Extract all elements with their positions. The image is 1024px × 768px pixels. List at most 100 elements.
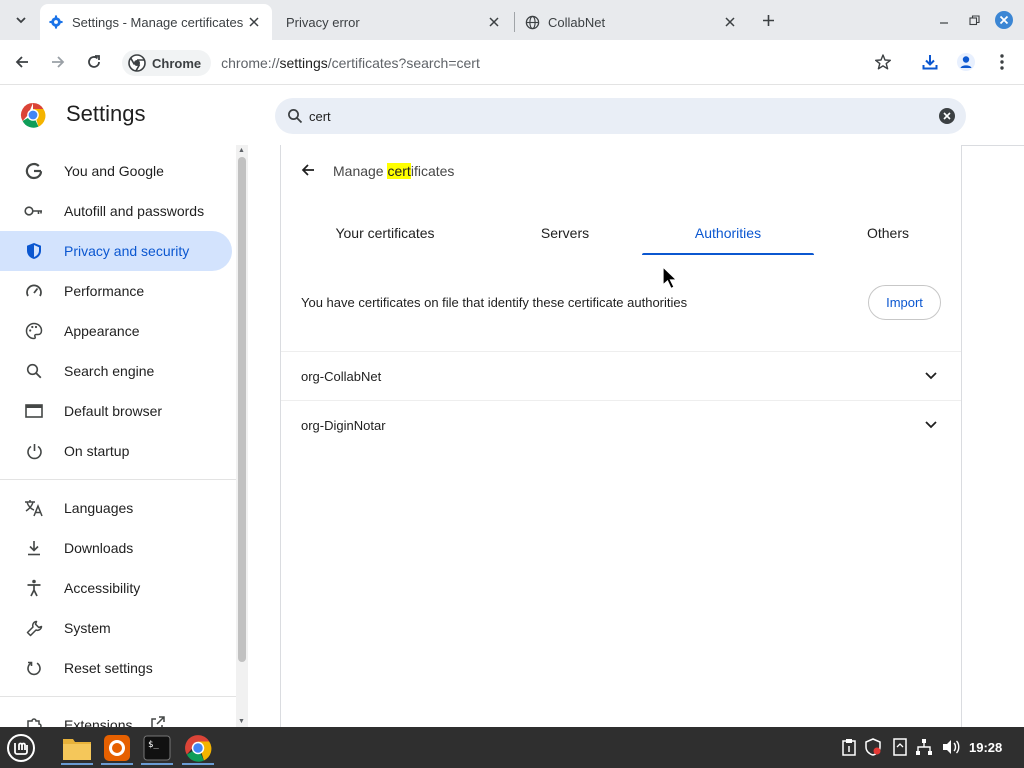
- sidebar-item-reset-settings[interactable]: Reset settings: [0, 648, 232, 688]
- sidebar-item-default-browser[interactable]: Default browser: [0, 391, 232, 431]
- close-window-button[interactable]: [992, 8, 1016, 32]
- sidebar-item-accessibility[interactable]: Accessibility: [0, 568, 232, 608]
- active-indicator: [182, 763, 214, 765]
- authority-row[interactable]: org-CollabNet: [281, 351, 961, 400]
- tab-title: Privacy error: [286, 14, 360, 30]
- tab-search-button[interactable]: [8, 7, 34, 33]
- tab-others[interactable]: Others: [821, 210, 955, 255]
- wrench-icon: [24, 618, 44, 638]
- shield-tray-icon[interactable]: [863, 737, 883, 757]
- tab-privacy-error[interactable]: Privacy error: [278, 4, 512, 40]
- sidebar-item-extensions[interactable]: Extensions: [0, 705, 232, 727]
- scrollbar-thumb[interactable]: [238, 157, 246, 662]
- clear-search-icon[interactable]: [938, 107, 956, 125]
- tab-collabnet[interactable]: CollabNet: [516, 4, 748, 40]
- sidebar-item-label: Search engine: [64, 363, 155, 379]
- kebab-menu-icon: [1000, 54, 1004, 70]
- document-tray-icon[interactable]: [890, 737, 910, 757]
- sidebar-item-performance[interactable]: Performance: [0, 271, 232, 311]
- menu-button[interactable]: [988, 48, 1016, 76]
- manage-certificates-card: Manage certificates Your certificates Se…: [280, 145, 962, 727]
- sidebar-item-search-engine[interactable]: Search engine: [0, 351, 232, 391]
- profile-avatar-icon: [957, 53, 975, 71]
- settings-search-box[interactable]: [275, 98, 966, 134]
- minimize-button[interactable]: [932, 8, 956, 32]
- sidebar-scrollbar[interactable]: ▲ ▼: [236, 145, 248, 727]
- speedometer-icon: [24, 281, 44, 301]
- active-indicator: [141, 763, 173, 765]
- site-info-chip[interactable]: Chrome: [122, 50, 212, 76]
- tab-settings[interactable]: Settings - Manage certificates: [40, 4, 272, 40]
- back-button[interactable]: [8, 48, 36, 76]
- taskbar-chrome[interactable]: [180, 730, 216, 765]
- section-title: Manage certificates: [333, 163, 455, 179]
- plus-icon: [762, 14, 774, 26]
- chevron-down-icon[interactable]: [921, 366, 941, 386]
- translate-icon: [24, 498, 44, 518]
- network-tray-icon[interactable]: [914, 737, 934, 757]
- back-arrow-button[interactable]: [297, 159, 319, 181]
- tab-authorities[interactable]: Authorities: [642, 210, 814, 255]
- sidebar-item-autofill[interactable]: Autofill and passwords: [0, 191, 232, 231]
- reload-icon: [88, 55, 100, 68]
- tab-strip: Settings - Manage certificates Privacy e…: [0, 0, 1024, 40]
- sidebar-item-label: Accessibility: [64, 580, 141, 596]
- arrow-left-icon: [15, 56, 28, 68]
- sidebar-item-privacy-and-security[interactable]: Privacy and security: [0, 231, 232, 271]
- taskbar-files[interactable]: [59, 730, 95, 765]
- tab-servers[interactable]: Servers: [481, 210, 649, 255]
- sidebar-item-label: Performance: [64, 283, 145, 299]
- volume-tray-icon[interactable]: [941, 737, 961, 757]
- scroll-down-arrow-icon[interactable]: ▼: [238, 718, 245, 725]
- sidebar-item-system[interactable]: System: [0, 608, 232, 648]
- profile-button[interactable]: [952, 48, 980, 76]
- sidebar-item-you-and-google[interactable]: You and Google: [0, 151, 232, 191]
- external-link-icon: [150, 715, 166, 727]
- authorities-description: You have certificates on file that ident…: [301, 295, 688, 310]
- taskbar-terminal[interactable]: $_: [139, 730, 175, 765]
- new-tab-button[interactable]: [756, 8, 780, 32]
- search-input[interactable]: [309, 108, 938, 124]
- page-title: Settings: [66, 101, 146, 126]
- download-icon: [24, 538, 44, 558]
- chip-label: Chrome: [152, 55, 202, 71]
- download-icon: [922, 55, 938, 70]
- certificate-tabs: Your certificates Servers Authorities Ot…: [281, 210, 961, 255]
- authority-row[interactable]: org-DiginNotar: [281, 400, 961, 449]
- downloads-button[interactable]: [916, 48, 944, 76]
- sidebar-item-on-startup[interactable]: On startup: [0, 431, 232, 471]
- import-button[interactable]: Import: [868, 285, 941, 320]
- sidebar-item-appearance[interactable]: Appearance: [0, 311, 232, 351]
- sidebar-item-languages[interactable]: Languages: [0, 488, 232, 528]
- close-tab-icon[interactable]: [484, 12, 504, 32]
- divider: [962, 145, 1024, 146]
- taskbar-firefox[interactable]: [99, 730, 135, 765]
- accessibility-icon: [24, 578, 44, 598]
- taskbar: $_ 19:28: [0, 727, 1024, 768]
- close-tab-icon[interactable]: [244, 12, 264, 32]
- reload-button[interactable]: [80, 48, 108, 76]
- authority-name: org-DiginNotar: [301, 417, 386, 433]
- address-bar[interactable]: Chrome chrome://settings/certificates?se…: [118, 46, 904, 80]
- close-window-icon: [995, 11, 1013, 29]
- forward-button[interactable]: [44, 48, 72, 76]
- star-icon: [875, 54, 891, 70]
- tab-your-certificates[interactable]: Your certificates: [301, 210, 469, 255]
- svg-text:$_: $_: [148, 740, 159, 750]
- close-tab-icon[interactable]: [720, 12, 740, 32]
- tab-separator: [514, 12, 515, 32]
- globe-icon: [524, 14, 540, 30]
- sidebar-item-label: Reset settings: [64, 660, 153, 676]
- firefox-icon: [104, 734, 130, 761]
- sidebar-item-label: Default browser: [64, 403, 163, 419]
- scroll-up-arrow-icon[interactable]: ▲: [238, 147, 245, 154]
- chrome-logo-icon: [185, 734, 212, 762]
- clipboard-tray-icon[interactable]: [839, 737, 859, 757]
- sidebar-item-downloads[interactable]: Downloads: [0, 528, 232, 568]
- start-menu-button[interactable]: [5, 733, 37, 763]
- restore-button[interactable]: [962, 8, 986, 32]
- sidebar-item-label: On startup: [64, 443, 130, 459]
- sidebar-item-label: Extensions: [64, 717, 133, 727]
- chevron-down-icon[interactable]: [921, 415, 941, 435]
- bookmark-star-button[interactable]: [874, 53, 892, 76]
